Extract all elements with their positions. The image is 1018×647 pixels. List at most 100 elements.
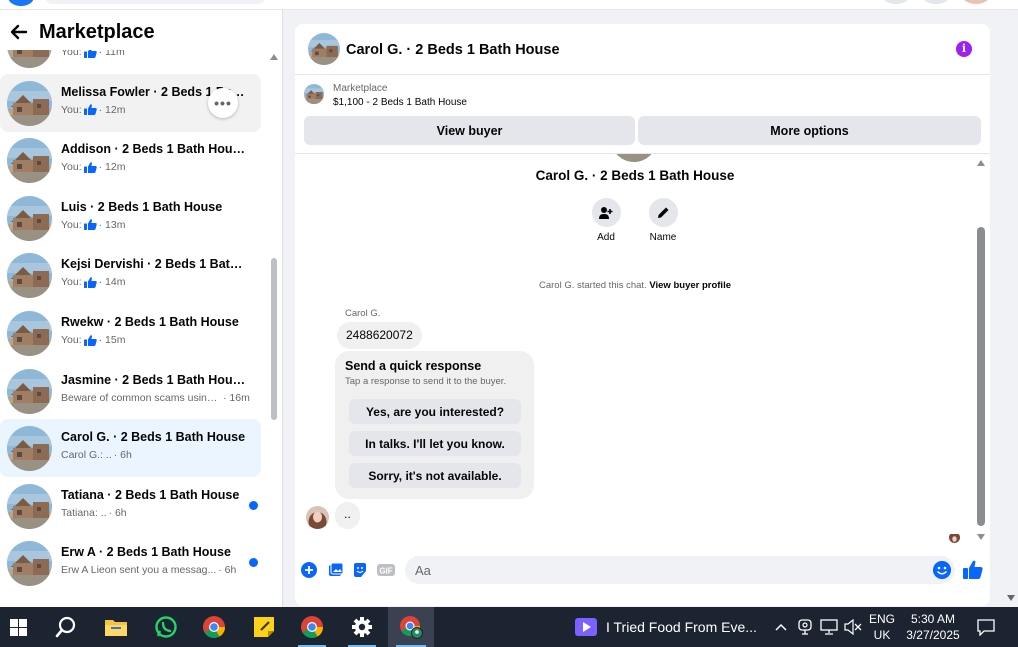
photo-icon[interactable] bbox=[328, 562, 344, 578]
search-bar[interactable] bbox=[44, 0, 266, 4]
conversation-item[interactable]: Jasmine · 2 Beds 1 Bath House Beware of c… bbox=[0, 362, 261, 420]
back-arrow-icon[interactable] bbox=[9, 22, 29, 42]
conversation-item[interactable]: Luis · 2 Beds 1 Bath House You: · 13m bbox=[0, 189, 261, 247]
volume-muted-icon[interactable] bbox=[842, 607, 864, 647]
media-title[interactable]: I Tried Food From Eve... bbox=[606, 619, 757, 635]
chrome-icon[interactable] bbox=[192, 607, 236, 647]
conversation-item[interactable]: Tatiana · 2 Beds 1 Bath House Tatiana: ..… bbox=[0, 477, 261, 535]
emoji-icon[interactable] bbox=[933, 561, 951, 579]
seen-indicator-avatar bbox=[949, 532, 960, 543]
page-scrollbar[interactable] bbox=[1004, 10, 1018, 607]
sidebar-scroll-thumb[interactable] bbox=[271, 258, 277, 420]
notification-icon[interactable] bbox=[972, 607, 1000, 647]
chat-title[interactable]: Carol G. · 2 Beds 1 Bath House bbox=[346, 42, 560, 58]
sidebar-header: Marketplace bbox=[0, 10, 282, 50]
thumbs-up-icon bbox=[83, 104, 97, 116]
preview-prefix: You: bbox=[61, 218, 82, 231]
message-scroll-thumb[interactable] bbox=[977, 227, 985, 526]
message-time: · 13m bbox=[98, 218, 126, 231]
scroll-up-arrow-icon[interactable] bbox=[270, 54, 278, 60]
conversation-preview: Tatiana: .. · 6h bbox=[61, 507, 251, 519]
sticker-icon[interactable] bbox=[352, 562, 368, 578]
name-label: Name bbox=[649, 232, 677, 243]
menu-icon[interactable] bbox=[882, 0, 910, 4]
gif-icon[interactable]: GIF bbox=[377, 562, 395, 578]
conversation-item[interactable]: Melissa Fowler · 2 Beds 1 Bath HouseYou:… bbox=[0, 73, 261, 132]
listing-thumbnail bbox=[7, 253, 52, 299]
sidebar-title: Marketplace bbox=[39, 21, 155, 43]
conversation-item[interactable]: Erw A · 2 Beds 1 Bath House Erw A Lieon s… bbox=[0, 534, 261, 592]
sticky-notes-icon[interactable] bbox=[242, 607, 286, 647]
message-time: · 12m bbox=[98, 161, 126, 174]
view-buyer-button[interactable]: View buyer bbox=[304, 116, 635, 145]
windows-start-icon[interactable] bbox=[0, 607, 36, 647]
settings-gear-icon[interactable] bbox=[340, 607, 384, 647]
file-explorer-icon[interactable] bbox=[94, 607, 138, 647]
preview-prefix: You: bbox=[61, 161, 82, 174]
conversation-preview: You: · 14m bbox=[61, 276, 251, 288]
conversation-item[interactable]: Addison · 2 Beds 1 Bath House You: · 12m bbox=[0, 131, 261, 189]
pencil-icon[interactable] bbox=[648, 198, 678, 227]
chat-header: Carol G. · 2 Beds 1 Bath House i bbox=[295, 24, 990, 75]
scroll-up-arrow-icon[interactable] bbox=[977, 160, 985, 166]
svg-text:GIF: GIF bbox=[379, 567, 392, 576]
listing-thumbnail[interactable] bbox=[308, 33, 340, 65]
preview-prefix: You: bbox=[61, 276, 82, 289]
sidebar-scrollbar[interactable] bbox=[268, 50, 280, 605]
thumbs-up-icon bbox=[83, 277, 97, 288]
listing-thumbnail bbox=[7, 80, 52, 126]
chrome-profile-icon[interactable] bbox=[388, 607, 434, 647]
message-input[interactable] bbox=[415, 556, 915, 584]
preview-text: Beware of common scams using ... bbox=[61, 391, 221, 404]
message-scrollbar[interactable] bbox=[974, 154, 988, 546]
listing-thumbnail bbox=[7, 311, 52, 356]
quick-response-button[interactable]: Yes, are you interested? bbox=[349, 399, 521, 424]
name-action[interactable]: Name bbox=[633, 198, 693, 243]
listing-thumbnail bbox=[7, 368, 52, 414]
message-bubble[interactable]: .. bbox=[335, 502, 360, 529]
add-action[interactable]: Add bbox=[576, 198, 636, 243]
thumbs-up-icon[interactable] bbox=[963, 560, 983, 579]
language-indicator[interactable]: ENG UK bbox=[864, 611, 900, 643]
quick-response-button[interactable]: Sorry, it's not available. bbox=[349, 463, 521, 488]
webcam-icon[interactable] bbox=[795, 607, 815, 647]
message-bubble[interactable]: 2488620072 bbox=[337, 322, 422, 349]
scroll-down-arrow-icon[interactable] bbox=[977, 534, 985, 540]
add-person-icon[interactable] bbox=[591, 198, 621, 227]
view-buyer-profile-link[interactable]: View buyer profile bbox=[649, 280, 731, 291]
listing-price[interactable]: $1,100 - 2 Beds 1 Bath House bbox=[333, 97, 467, 108]
info-icon[interactable]: i bbox=[956, 41, 972, 57]
message-input-container[interactable] bbox=[405, 556, 955, 584]
media-play-icon[interactable] bbox=[570, 607, 602, 647]
quick-response-button[interactable]: In talks. I'll let you know. bbox=[349, 431, 521, 456]
windows-taskbar: I Tried Food From Eve... ENG UK 5:30 AM … bbox=[0, 607, 1018, 647]
conversation-title: Kejsi Dervishi · 2 Beds 1 Bath H... bbox=[61, 257, 246, 272]
unread-dot-icon bbox=[249, 500, 258, 510]
conversation-title: Addison · 2 Beds 1 Bath House bbox=[61, 142, 246, 157]
chevron-up-icon[interactable] bbox=[770, 607, 792, 647]
profile-avatar[interactable] bbox=[962, 0, 990, 4]
more-options-icon[interactable]: ••• bbox=[208, 87, 238, 118]
scroll-down-arrow-icon[interactable] bbox=[1007, 595, 1015, 601]
listing-small-thumbnail[interactable] bbox=[304, 84, 324, 104]
whatsapp-icon[interactable] bbox=[144, 607, 188, 647]
system-clock[interactable]: 5:30 AM 3/27/2025 bbox=[900, 611, 966, 643]
thumbs-up-icon bbox=[83, 334, 97, 346]
preview-text: Tatiana: .. bbox=[61, 506, 107, 519]
facebook-logo-icon[interactable] bbox=[8, 0, 34, 6]
listing-thumbnail bbox=[7, 541, 52, 587]
add-label: Add bbox=[597, 232, 615, 243]
plus-circle-icon[interactable] bbox=[301, 562, 317, 578]
conversation-item[interactable]: Kejsi Dervishi · 2 Beds 1 Bath H... You: ·… bbox=[0, 246, 261, 304]
conversation-item[interactable]: Rwekw · 2 Beds 1 Bath House You: · 15m bbox=[0, 304, 261, 362]
messenger-icon[interactable] bbox=[922, 0, 950, 4]
conversation-item[interactable]: Carol G. · 2 Beds 1 Bath House Carol G.: … bbox=[0, 419, 261, 478]
conversation-title: Carol G. · 2 Beds 1 Bath House bbox=[61, 430, 246, 445]
conversation-preview: Beware of common scams using ... · 16m bbox=[61, 392, 251, 404]
network-icon[interactable] bbox=[818, 607, 840, 647]
quick-response-title: Send a quick response bbox=[345, 359, 482, 373]
top-navigation-bar bbox=[0, 0, 1018, 10]
chrome-icon[interactable] bbox=[290, 607, 334, 647]
more-options-button[interactable]: More options bbox=[638, 116, 981, 145]
search-icon[interactable] bbox=[44, 607, 88, 647]
